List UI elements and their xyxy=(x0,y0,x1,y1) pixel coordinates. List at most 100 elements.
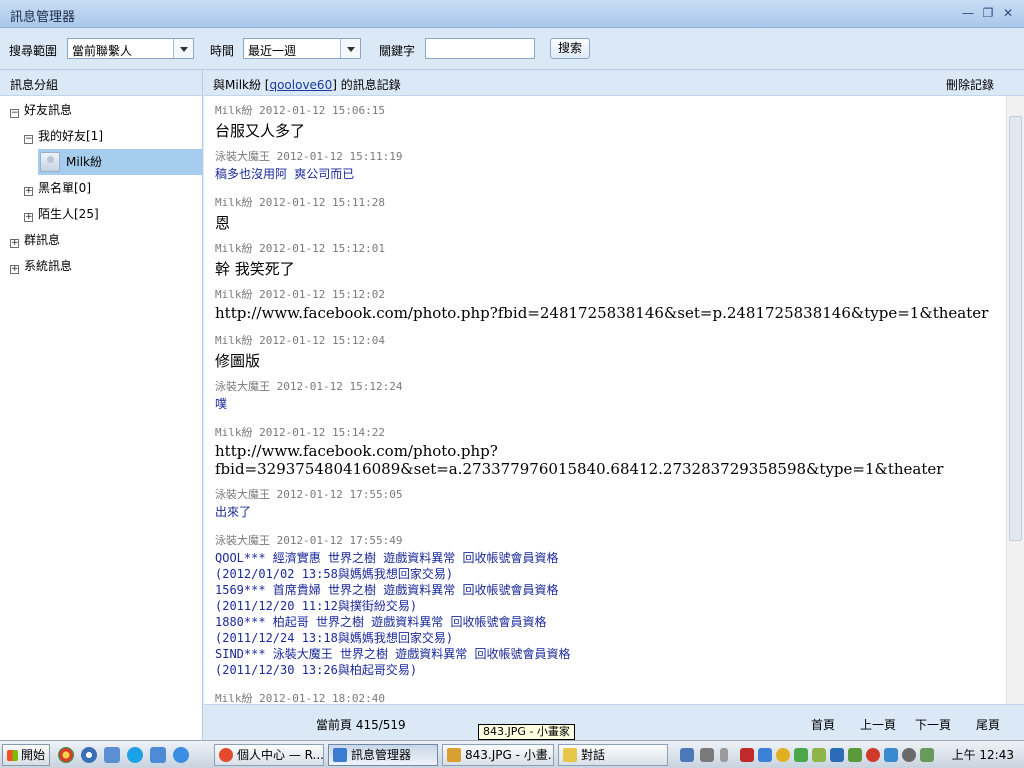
scope-select[interactable]: 當前聯繫人 xyxy=(67,38,194,59)
skype-icon[interactable] xyxy=(127,747,143,763)
tray-clock-icon[interactable] xyxy=(902,748,916,762)
task-browser[interactable]: 個人中心 — R... xyxy=(214,744,324,766)
message-line: 幹 我笑死了 xyxy=(215,260,295,278)
tree-item-label: 黑名單[0] xyxy=(38,181,91,195)
tray-sync-icon[interactable] xyxy=(884,748,898,762)
task-message-manager[interactable]: 訊息管理器 xyxy=(328,744,438,766)
chrome-icon[interactable] xyxy=(58,747,74,763)
taskbar: 開始 個人中心 — R... 訊息管理器 843.JPG - 小畫... 對話 xyxy=(0,740,1024,768)
tray-tool-icon[interactable] xyxy=(700,748,714,762)
last-page-link[interactable]: 尾頁 xyxy=(976,716,1000,733)
restore-icon[interactable]: ❐ xyxy=(980,5,996,21)
tray-bar-icon[interactable] xyxy=(720,748,728,762)
expand-icon[interactable]: + xyxy=(24,213,33,222)
tray-messenger-icon[interactable] xyxy=(758,748,772,762)
history-title: 與Milk紛 [qoolove60] 的訊息記錄 xyxy=(213,76,401,93)
history-title-prefix: 與Milk紛 [ xyxy=(213,78,270,92)
message-list[interactable]: Milk紛 2012-01-12 15:06:15 台服又人多了 泳裝大魔王 201… xyxy=(204,96,1006,704)
message-meta: Milk紛 2012-01-12 15:11:28 xyxy=(215,196,385,209)
chevron-down-icon[interactable] xyxy=(340,39,360,58)
tray-check-icon[interactable] xyxy=(794,748,808,762)
internet-explorer-icon[interactable] xyxy=(173,747,189,763)
start-label: 開始 xyxy=(21,748,46,762)
message-body: 修圖版 xyxy=(215,350,385,371)
message-line: http://www.facebook.com/photo.php? xyxy=(215,442,498,460)
tray-volume-icon[interactable] xyxy=(920,748,934,762)
tree-item-strangers[interactable]: + 陌生人[25] xyxy=(24,201,99,227)
message-item: Milk紛 2012-01-12 15:12:01 幹 我笑死了 xyxy=(215,240,385,279)
scrollbar-thumb[interactable] xyxy=(1009,116,1022,541)
tray-qq-icon[interactable] xyxy=(776,748,790,762)
scope-label: 搜尋範圍 xyxy=(9,44,58,58)
message-meta: Milk紛 2012-01-12 18:02:40 xyxy=(215,692,385,704)
pagination-bar: 當前頁 415/519 首頁 上一頁 下一頁 尾頁 xyxy=(204,704,1024,740)
tree-item-blacklist[interactable]: + 黑名單[0] xyxy=(24,175,91,201)
start-button[interactable]: 開始 xyxy=(2,744,50,766)
contact-id-link[interactable]: qoolove60 xyxy=(269,78,332,92)
expand-icon[interactable]: + xyxy=(24,187,33,196)
tray-monitor-icon[interactable] xyxy=(848,748,862,762)
chevron-down-icon[interactable] xyxy=(173,39,193,58)
collapse-icon[interactable]: − xyxy=(10,109,19,118)
current-page-indicator: 當前頁 415/519 xyxy=(316,718,406,732)
message-item: Milk紛 2012-01-12 15:14:22 http://www.face… xyxy=(215,424,943,478)
task-chat[interactable]: 對話 xyxy=(558,744,668,766)
message-line: (2011/12/24 13:18與媽媽我想回家交易) xyxy=(215,631,454,645)
tree-item-label: 系統訊息 xyxy=(24,259,73,273)
message-item: 泳裝大魔王 2012-01-12 15:11:19 稿多也沒用阿 爽公司而已 xyxy=(215,148,402,182)
message-line: 出來了 xyxy=(215,505,252,519)
message-meta: Milk紛 2012-01-12 15:14:22 xyxy=(215,426,385,439)
keyword-label: 關鍵字 xyxy=(379,44,416,58)
tree-item-group-messages[interactable]: + 群訊息 xyxy=(10,227,60,253)
expand-icon[interactable]: + xyxy=(10,239,19,248)
tree-item-contact-milk[interactable]: Milk紛 xyxy=(66,149,102,175)
message-meta: Milk紛 2012-01-12 15:12:04 xyxy=(215,334,385,347)
vertical-scrollbar[interactable] xyxy=(1006,96,1024,704)
message-item: Milk紛 2012-01-12 15:12:04 修圖版 xyxy=(215,332,385,371)
tree-item-label: 群訊息 xyxy=(24,233,61,247)
media-player-icon[interactable] xyxy=(81,747,97,763)
message-meta: 泳裝大魔王 2012-01-12 15:12:24 xyxy=(215,380,403,393)
next-page-link[interactable]: 下一頁 xyxy=(915,716,951,733)
tree-item-label: Milk紛 xyxy=(66,155,102,169)
history-title-suffix: ] 的訊息記錄 xyxy=(332,78,401,92)
tray-network-icon[interactable] xyxy=(812,748,826,762)
task-paint[interactable]: 843.JPG - 小畫... xyxy=(442,744,554,766)
messenger-icon[interactable] xyxy=(150,747,166,763)
expand-icon[interactable]: + xyxy=(10,265,19,274)
message-body: 恩 xyxy=(215,212,385,233)
desktop-icon[interactable] xyxy=(104,747,120,763)
message-meta: 泳裝大魔王 2012-01-12 17:55:49 xyxy=(215,534,403,547)
window-titlebar: 訊息管理器 — ❐ ✕ xyxy=(0,0,1024,28)
tray-security-icon[interactable] xyxy=(740,748,754,762)
message-line: (2011/12/20 11:12與撲街紛交易) xyxy=(215,599,418,613)
keyword-input[interactable] xyxy=(425,38,535,59)
tray-antivirus-icon[interactable] xyxy=(866,748,880,762)
tree-item-friends[interactable]: − 好友訊息 xyxy=(10,97,72,123)
avatar xyxy=(40,152,60,172)
close-icon[interactable]: ✕ xyxy=(1000,5,1016,21)
history-header: 與Milk紛 [qoolove60] 的訊息記錄 刪除記錄 xyxy=(204,70,1024,96)
delete-history-button[interactable]: 刪除記錄 xyxy=(946,76,994,93)
tray-display-icon[interactable] xyxy=(830,748,844,762)
message-item: 泳裝大魔王 2012-01-12 17:55:49 QOOL*** 經濟實惠 世界… xyxy=(215,532,570,678)
task-label: 訊息管理器 xyxy=(351,748,412,762)
message-line: 噗 xyxy=(215,397,228,411)
windows-logo-icon xyxy=(7,750,18,761)
task-label: 843.JPG - 小畫... xyxy=(465,748,554,762)
collapse-icon[interactable]: − xyxy=(24,135,33,144)
time-select[interactable]: 最近一週 xyxy=(243,38,361,59)
sidebar-header: 訊息分組 xyxy=(0,70,202,96)
first-page-link[interactable]: 首頁 xyxy=(811,716,835,733)
message-body: 稿多也沒用阿 爽公司而已 xyxy=(215,166,402,182)
taskbar-clock: 上午 12:43 xyxy=(951,748,1014,762)
minimize-icon[interactable]: — xyxy=(960,5,976,21)
prev-page-link[interactable]: 上一頁 xyxy=(860,716,896,733)
tree-item-my-friends[interactable]: − 我的好友[1] xyxy=(24,123,103,149)
tree-item-system-messages[interactable]: + 系統訊息 xyxy=(10,253,72,279)
message-meta: Milk紛 2012-01-12 15:12:02 xyxy=(215,288,385,301)
tray-app-icon[interactable] xyxy=(680,748,694,762)
message-group-sidebar: 訊息分組 − 好友訊息 − 我的好友[1] Milk紛 + 黑名單[0] + 陌生人[2… xyxy=(0,70,203,740)
search-button[interactable]: 搜索 xyxy=(550,38,590,59)
message-line: fbid=329375480416089&set=a.2733779760158… xyxy=(215,460,944,478)
